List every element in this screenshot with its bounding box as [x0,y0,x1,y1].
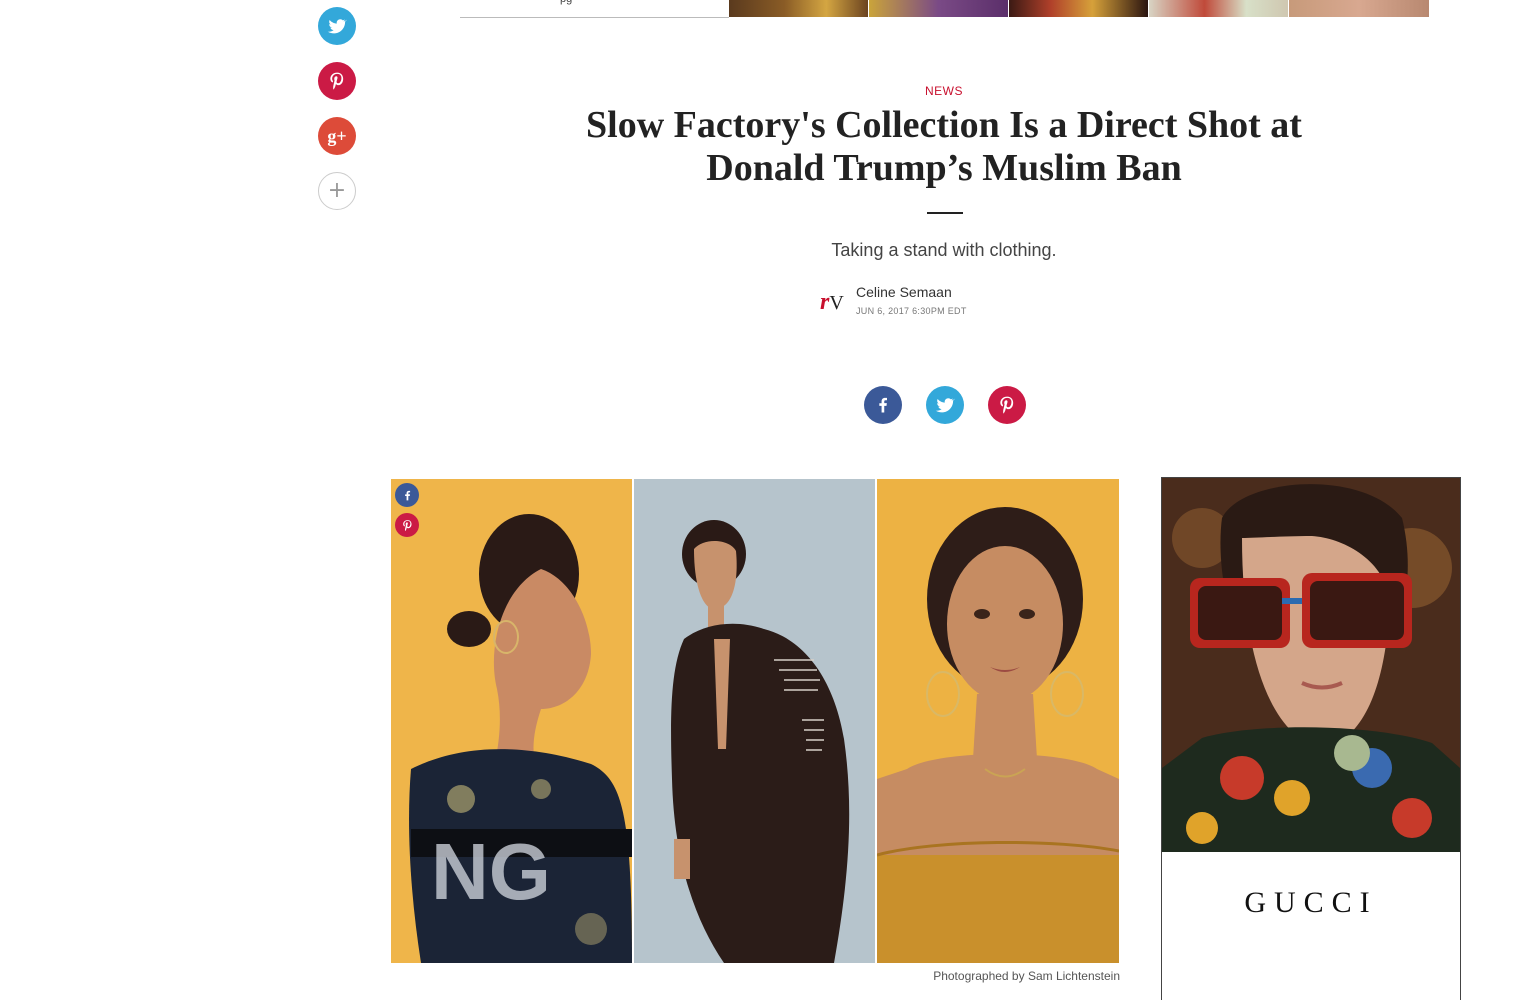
article-hero-image[interactable]: NG [391,479,1119,963]
pinterest-share-button-inline[interactable] [988,386,1026,424]
related-story-thumb-2[interactable] [869,0,1008,17]
ad-image [1162,478,1460,852]
twitter-icon [935,398,955,413]
advertisement[interactable]: GUCCI [1161,477,1461,1000]
googleplus-share-button[interactable]: g+ [318,117,356,155]
pinterest-icon [1000,396,1014,414]
logo-letter-v: V [829,292,844,314]
photo-panel-portrait [877,479,1119,963]
twitter-share-button-inline[interactable] [926,386,964,424]
svg-text:NG: NG [431,827,551,916]
article-kicker[interactable]: NEWS [0,84,1540,98]
image-pinterest-share-button[interactable] [395,513,419,537]
ad-model-illustration [1162,478,1460,852]
googleplus-icon: g+ [327,125,347,146]
related-story-thumb-1[interactable] [729,0,868,17]
article-dek: Taking a stand with clothing. [831,240,1057,260]
author-avatar[interactable]: rV [820,288,846,316]
headline-divider [927,212,963,214]
related-story-thumb-3[interactable] [1009,0,1148,17]
facebook-share-button[interactable] [864,386,902,424]
facebook-icon [404,490,410,500]
author-name[interactable]: Celine Semaan [856,284,952,300]
photo-panel-jacket [634,479,875,963]
more-share-button[interactable]: + [318,172,356,210]
facebook-icon [879,397,887,413]
model-jacket-illustration [671,520,850,963]
related-story-text-card[interactable]: pg [460,0,729,18]
top-related-strip: pg [460,0,1429,18]
photo-panel-profile: NG [391,479,632,963]
image-facebook-share-button[interactable] [395,483,419,507]
model-profile-illustration: NG [409,514,632,963]
publish-date: JUN 6, 2017 6:30PM EDT [856,306,967,316]
photo-credit: Photographed by Sam Lichtenstein [933,969,1120,983]
related-story-partial-text: pg [560,0,572,5]
article-headline: Slow Factory's Collection Is a Direct Sh… [586,104,1302,189]
ad-brand-logo: GUCCI [1244,886,1378,919]
model-portrait-illustration [877,507,1119,963]
twitter-icon [327,19,347,34]
related-story-thumb-4[interactable] [1149,0,1288,17]
pinterest-icon [402,519,412,531]
twitter-share-button[interactable] [318,7,356,45]
logo-letter-r: r [820,289,830,315]
plus-icon: + [327,178,347,203]
related-story-thumb-5[interactable] [1289,0,1429,17]
